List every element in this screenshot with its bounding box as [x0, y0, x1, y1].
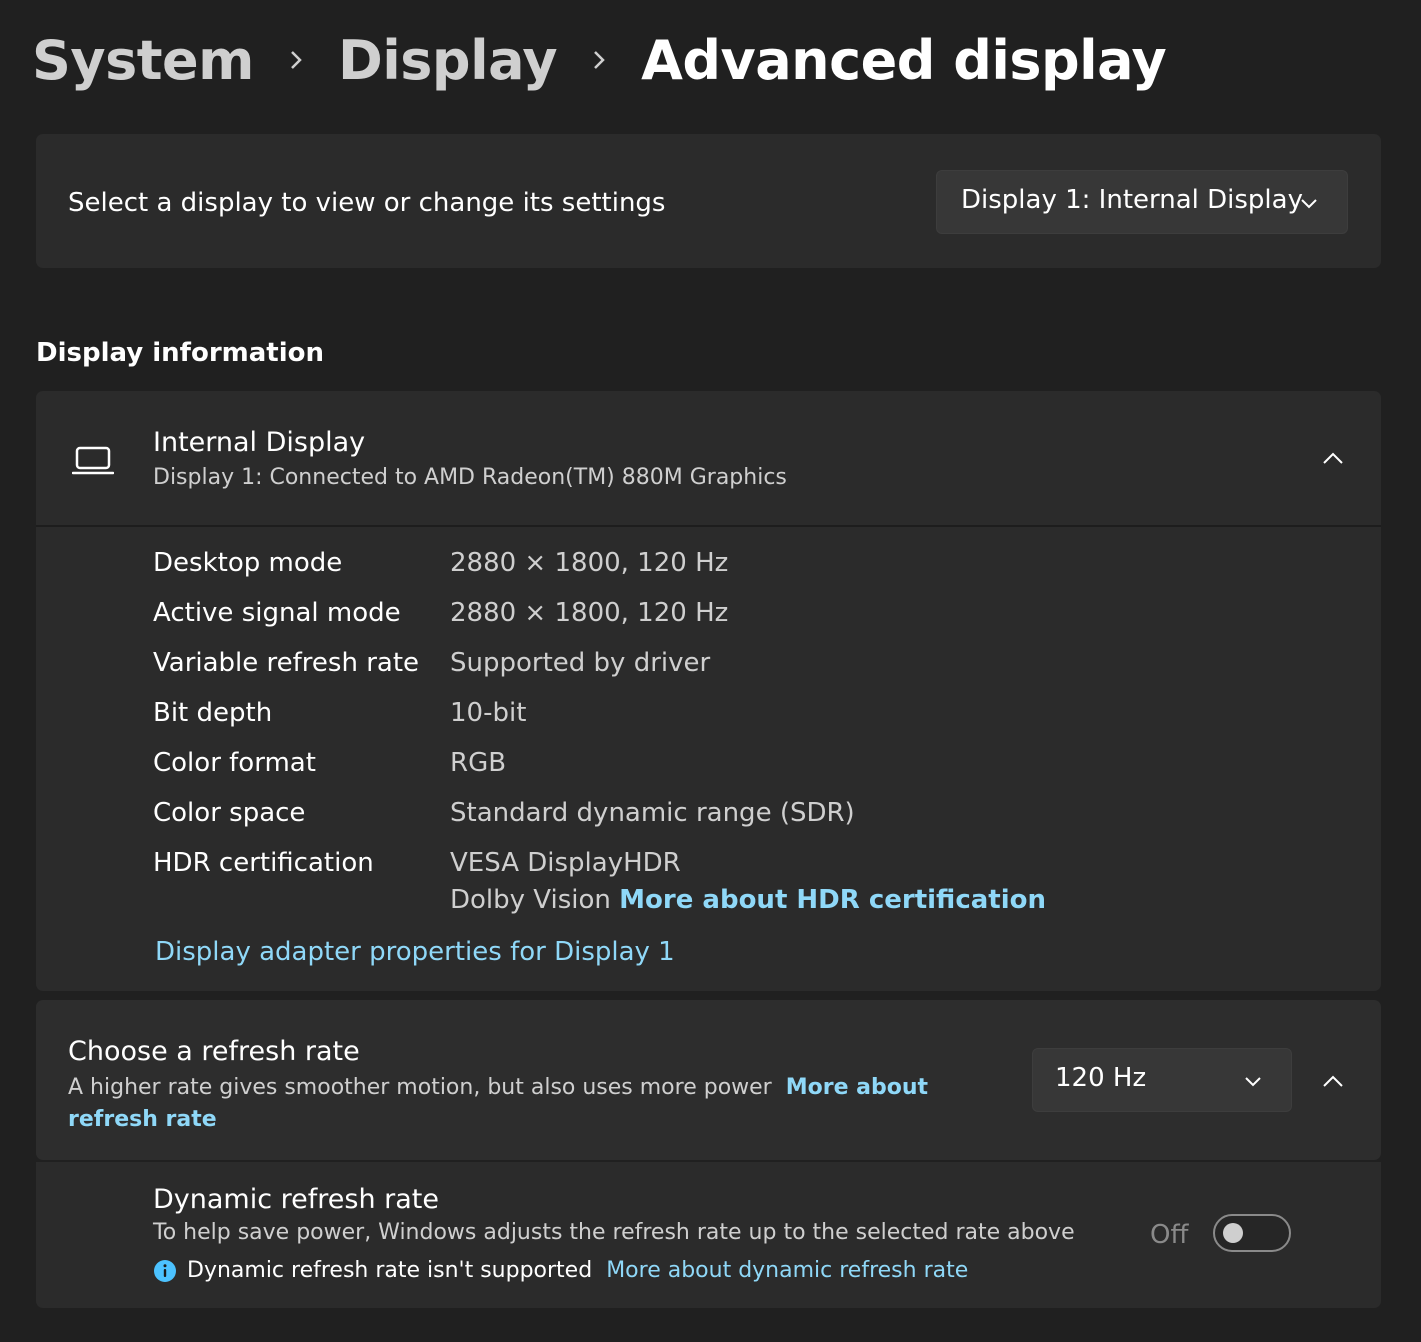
property-value: Standard dynamic range (SDR) [450, 798, 855, 828]
property-label: Active signal mode [153, 598, 401, 628]
display-connection: Display 1: Connected to AMD Radeon(TM) 8… [153, 465, 787, 490]
info-icon [154, 1259, 176, 1282]
property-value: 2880 × 1800, 120 Hz [450, 598, 729, 628]
property-value: Dolby Vision [450, 885, 611, 915]
display-info-header[interactable]: Internal Display Display 1: Connected to… [36, 391, 1381, 525]
property-value: RGB [450, 748, 507, 778]
dynamic-refresh-title: Dynamic refresh rate [153, 1184, 440, 1215]
chevron-down-icon [1301, 199, 1317, 209]
laptop-icon [72, 446, 114, 475]
refresh-rate-description: A higher rate gives smoother motion, but… [68, 1075, 772, 1100]
property-label: Bit depth [153, 698, 273, 728]
dynamic-refresh-description: To help save power, Windows adjusts the … [153, 1220, 1075, 1245]
property-value-secondary: Dolby Vision More about HDR certificatio… [450, 885, 1046, 915]
property-label: Color format [153, 748, 316, 778]
divider [36, 525, 1381, 527]
toggle-knob [1223, 1223, 1243, 1243]
chevron-up-icon[interactable] [1321, 1074, 1345, 1088]
display-select-label: Select a display to view or change its s… [68, 188, 666, 218]
refresh-rate-dropdown[interactable]: 120 Hz [1032, 1048, 1292, 1112]
property-label: Color space [153, 798, 306, 828]
refresh-rate-title: Choose a refresh rate [68, 1036, 360, 1067]
property-value: VESA DisplayHDR [450, 848, 681, 878]
chevron-up-icon[interactable] [1321, 451, 1345, 465]
property-value: 2880 × 1800, 120 Hz [450, 548, 729, 578]
toggle-state-label: Off [1150, 1220, 1189, 1250]
page-title: Advanced display [641, 28, 1167, 92]
dynamic-refresh-link[interactable]: More about dynamic refresh rate [606, 1258, 968, 1283]
display-information-card: Internal Display Display 1: Connected to… [36, 391, 1381, 991]
dynamic-refresh-card: Dynamic refresh rate To help save power,… [36, 1162, 1381, 1308]
chevron-right-icon [557, 48, 641, 72]
display-dropdown[interactable]: Display 1: Internal Display [936, 170, 1348, 234]
breadcrumb: System Display Advanced display [32, 24, 1167, 96]
property-value: 10-bit [450, 698, 527, 728]
breadcrumb-display[interactable]: Display [338, 29, 558, 92]
property-label: HDR certification [153, 848, 374, 878]
property-value: Supported by driver [450, 648, 711, 678]
refresh-rate-description-block: A higher rate gives smoother motion, but… [68, 1072, 998, 1136]
refresh-rate-value: 120 Hz [1055, 1063, 1147, 1093]
section-title-display-information: Display information [36, 338, 325, 368]
breadcrumb-system[interactable]: System [32, 29, 254, 92]
hdr-certification-link[interactable]: More about HDR certification [619, 885, 1046, 915]
dynamic-refresh-warning-text: Dynamic refresh rate isn't supported [187, 1258, 593, 1283]
chevron-right-icon [254, 48, 338, 72]
chevron-down-icon [1245, 1077, 1261, 1087]
display-dropdown-value: Display 1: Internal Display [961, 185, 1303, 215]
dynamic-refresh-toggle[interactable] [1213, 1214, 1291, 1252]
refresh-rate-card: Choose a refresh rate A higher rate give… [36, 1000, 1381, 1160]
display-name: Internal Display [153, 427, 366, 458]
property-label: Desktop mode [153, 548, 343, 578]
display-adapter-properties-link[interactable]: Display adapter properties for Display 1 [155, 937, 675, 967]
property-label: Variable refresh rate [153, 648, 420, 678]
dynamic-refresh-warning: Dynamic refresh rate isn't supported Mor… [153, 1258, 968, 1283]
display-select-card: Select a display to view or change its s… [36, 134, 1381, 268]
